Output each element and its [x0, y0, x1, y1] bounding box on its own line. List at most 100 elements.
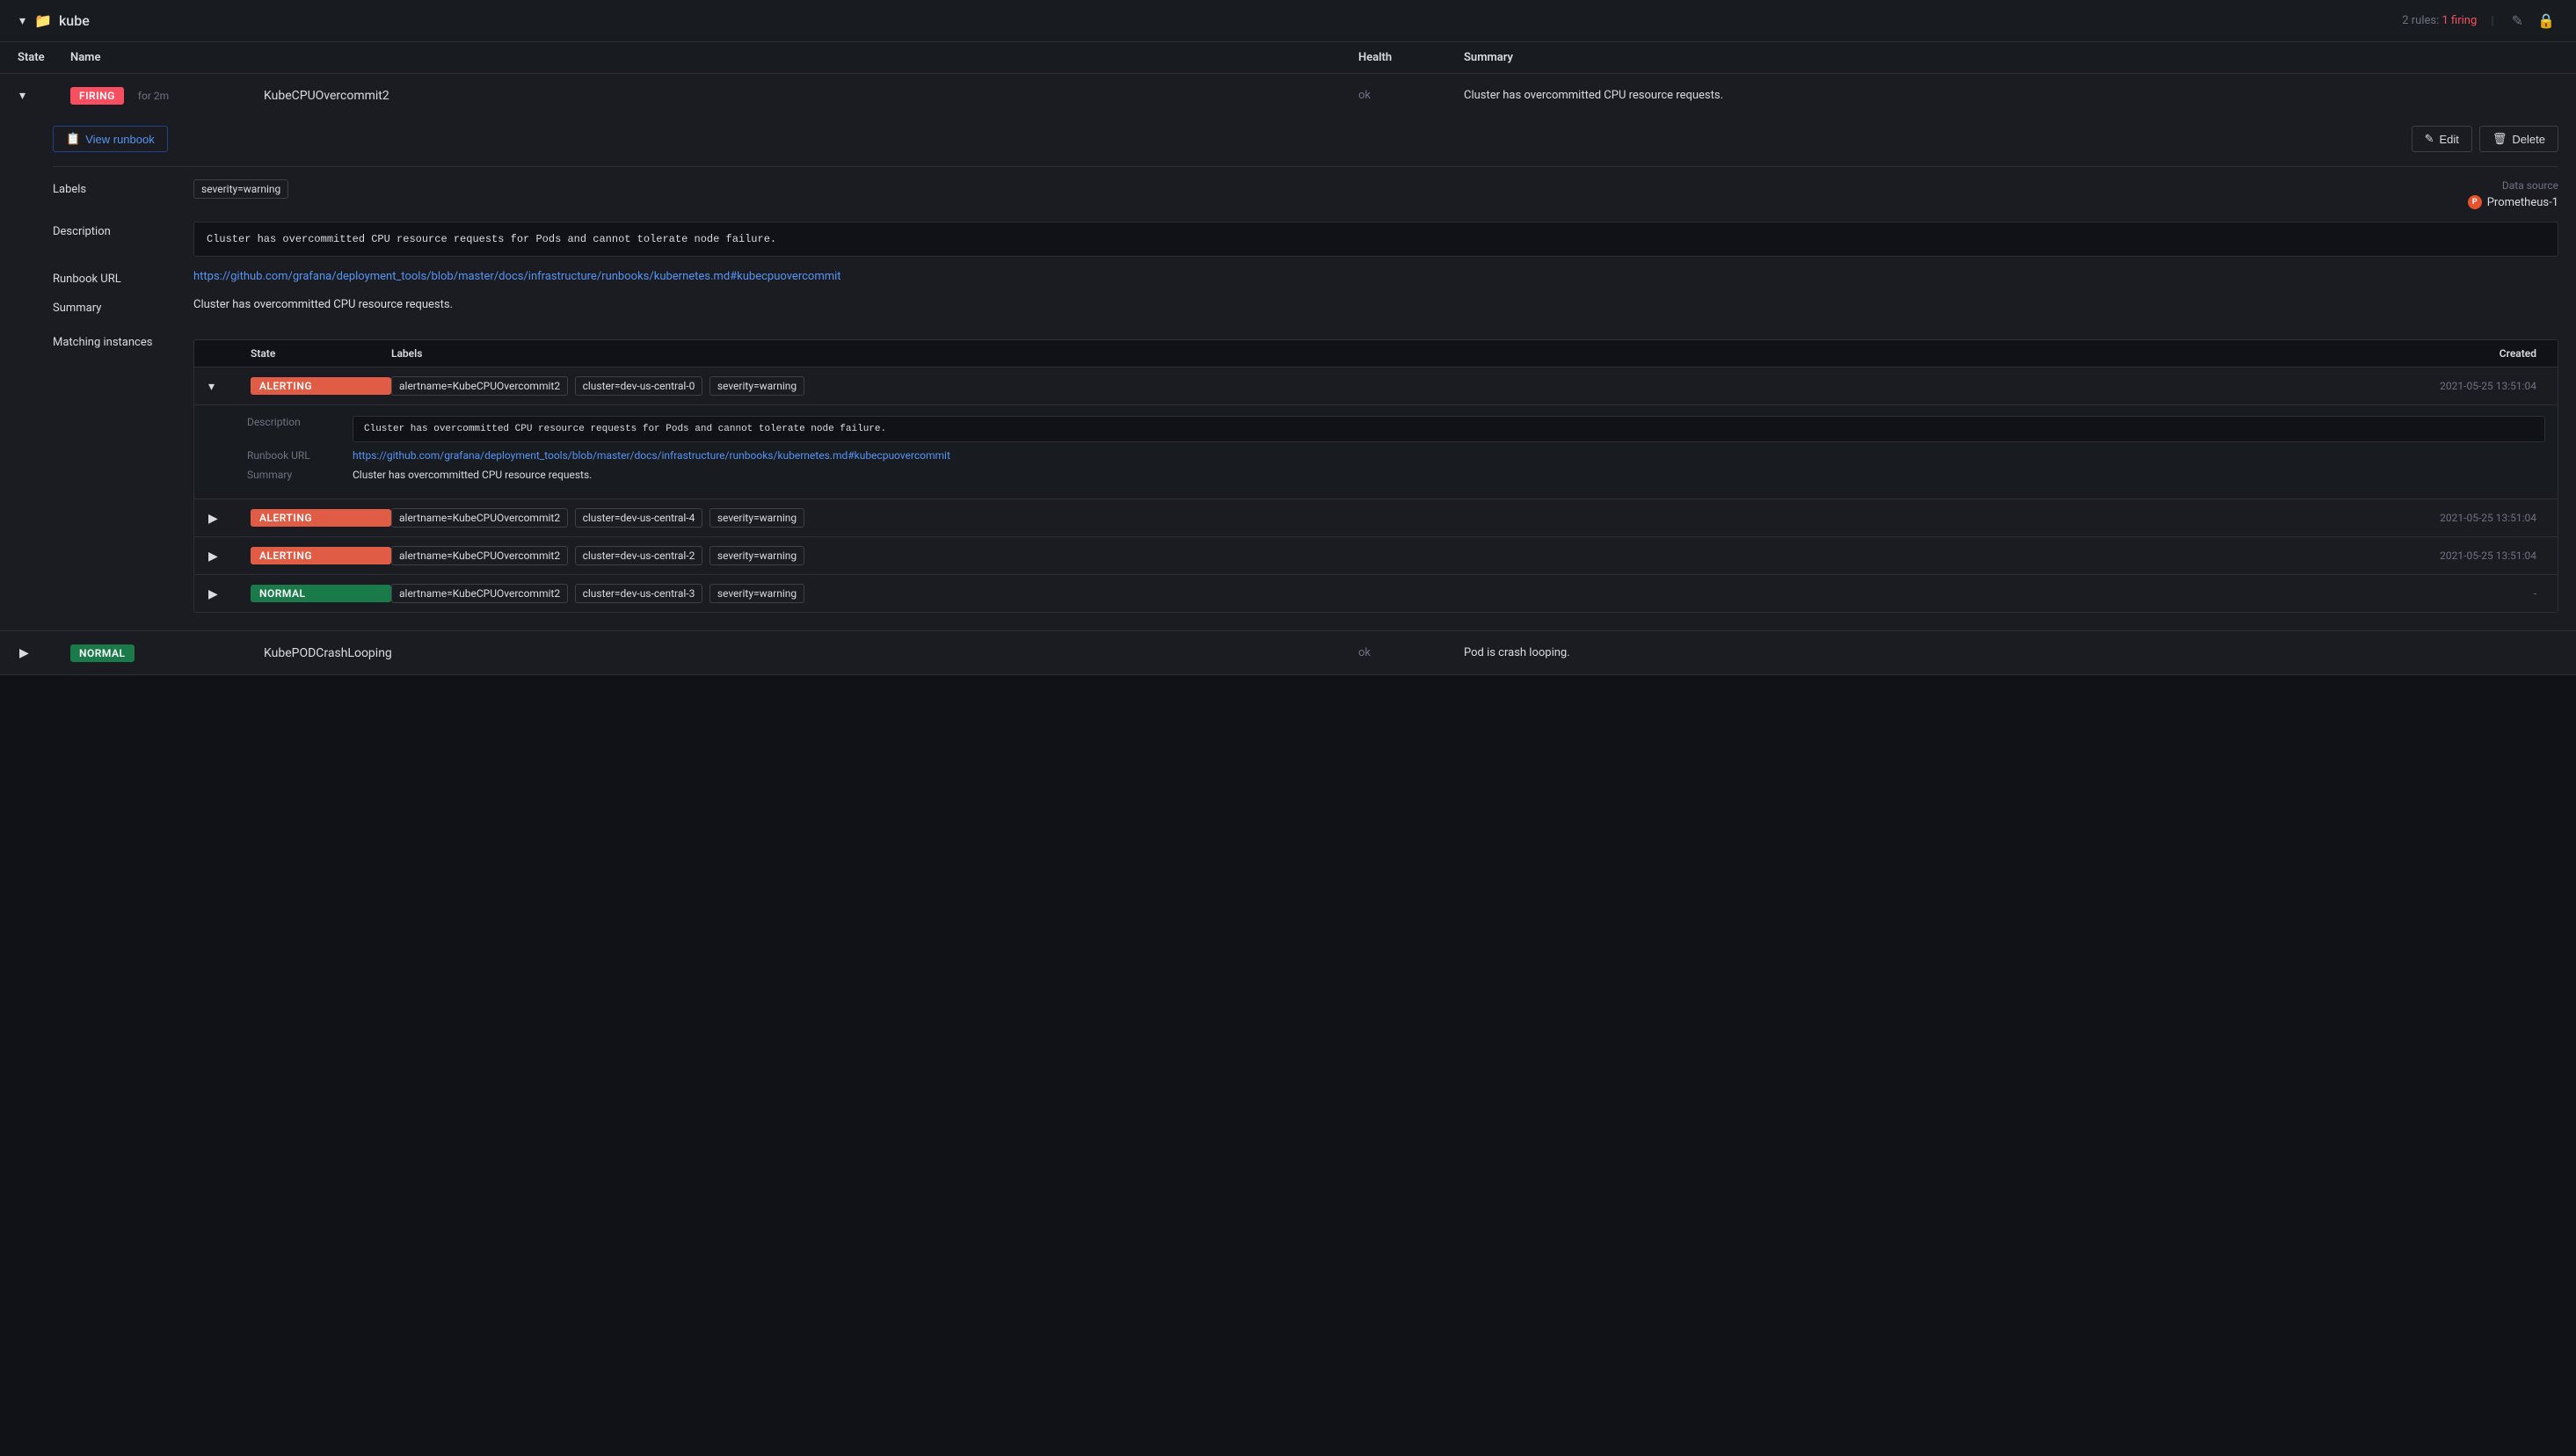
instance-4-created: -	[2369, 587, 2545, 600]
main-content: State Name Health Summary ▾ Firing for 2…	[0, 42, 2576, 675]
rule-1-header[interactable]: ▾ Firing for 2m KubeCPUOvercommit2 ok Cl…	[0, 74, 2576, 117]
inst1-label-alertname: alertname=KubeCPUOvercommit2	[391, 376, 568, 396]
inst-col-labels: Labels	[391, 347, 2369, 360]
instance-2-created: 2021-05-25 13:51:04	[2369, 512, 2545, 524]
lock-folder-button[interactable]: 🔒	[2534, 9, 2558, 33]
rule-2-expand-btn[interactable]: ▶	[18, 644, 70, 662]
instance-4-expand-btn[interactable]: ▶	[207, 585, 251, 603]
instance-4-state-badge: Normal	[251, 585, 391, 602]
rule-2-state-badge: Normal	[70, 644, 135, 662]
rule-row-1: ▾ Firing for 2m KubeCPUOvercommit2 ok Cl…	[0, 74, 2576, 631]
instance-3-expand-btn[interactable]: ▶	[207, 547, 251, 565]
folder-icon: 📁	[34, 12, 52, 29]
instances-header: State Labels Created	[194, 340, 2558, 368]
instances-table: State Labels Created ▾ Alerting alertnam…	[193, 339, 2558, 613]
prometheus-icon: P	[2468, 195, 2482, 209]
instance-row-2: ▶ Alerting alertname=KubeCPUOvercommit2 …	[194, 499, 2558, 537]
instance-4-header[interactable]: ▶ Normal alertname=KubeCPUOvercommit2 cl…	[194, 575, 2558, 612]
inst1-runbook-label: Runbook URL	[247, 449, 353, 462]
labels-tags: severity=warning	[193, 179, 2450, 199]
edit-folder-button[interactable]: ✎	[2508, 9, 2527, 33]
instance-2-expand-btn[interactable]: ▶	[207, 509, 251, 528]
inst-col-state: State	[251, 347, 391, 360]
inst-col-created: Created	[2369, 347, 2545, 360]
rule-2-summary: Pod is crash looping.	[1464, 646, 2558, 659]
view-runbook-button[interactable]: 📋 View runbook	[53, 126, 168, 152]
edit-icon: ✎	[2425, 132, 2434, 146]
label-tag-severity: severity=warning	[193, 179, 288, 199]
data-source-section: Data source P Prometheus-1	[2468, 179, 2558, 209]
rule-1-state-cell: Firing for 2m	[70, 87, 264, 105]
rule-2-state-cell: Normal	[70, 644, 264, 662]
inst4-label-alertname: alertname=KubeCPUOvercommit2	[391, 584, 568, 603]
rule-2-health: ok	[1358, 646, 1464, 659]
instances-container: State Labels Created ▾ Alerting alertnam…	[193, 327, 2558, 613]
instance-1-expand-btn[interactable]: ▾	[207, 377, 251, 396]
top-bar-divider: |	[2491, 14, 2493, 28]
inst1-label-severity: severity=warning	[709, 376, 804, 396]
matching-instances-label: Matching instances	[53, 327, 193, 613]
col-header-name: Name	[70, 51, 264, 64]
rule-1-details: 📋 View runbook ✎ Edit 🗑 Delete	[0, 117, 2576, 630]
inst1-desc-box: Cluster has overcommitted CPU resource r…	[353, 416, 2545, 442]
inst4-label-cluster: cluster=dev-us-central-3	[575, 584, 703, 603]
folder-chevron[interactable]: ▾	[18, 11, 27, 30]
delete-rule-button[interactable]: 🗑 Delete	[2479, 126, 2558, 152]
col-header-state: State	[18, 51, 70, 64]
rule-1-health: ok	[1358, 89, 1464, 102]
rule-row-2: ▶ Normal KubePODCrashLooping ok Pod is c…	[0, 631, 2576, 675]
col-header-empty	[264, 51, 1358, 64]
rule-2-name: KubePODCrashLooping	[264, 646, 1358, 660]
instance-2-header[interactable]: ▶ Alerting alertname=KubeCPUOvercommit2 …	[194, 499, 2558, 536]
table-header: State Name Health Summary	[0, 42, 2576, 74]
rule-2-header[interactable]: ▶ Normal KubePODCrashLooping ok Pod is c…	[0, 631, 2576, 674]
inst1-label-cluster: cluster=dev-us-central-0	[575, 376, 703, 396]
inst3-label-alertname: alertname=KubeCPUOvercommit2	[391, 546, 568, 565]
summary-detail-label: Summary	[53, 298, 193, 315]
edit-rule-button[interactable]: ✎ Edit	[2412, 126, 2472, 152]
runbook-icon: 📋	[66, 132, 80, 146]
instance-1-details: Description Cluster has overcommitted CP…	[194, 404, 2558, 499]
runbook-url-label: Runbook URL	[53, 269, 193, 286]
inst1-desc-row: Description Cluster has overcommitted CP…	[247, 416, 2545, 442]
inst1-summary-row: Summary Cluster has overcommitted CPU re…	[247, 469, 2545, 481]
rule-1-actions: 📋 View runbook ✎ Edit 🗑 Delete	[53, 117, 2558, 166]
instance-1-labels: alertname=KubeCPUOvercommit2 cluster=dev…	[391, 376, 2369, 396]
rule-1-state-badge: Firing	[70, 87, 124, 105]
instance-2-state-badge: Alerting	[251, 509, 391, 527]
inst3-label-cluster: cluster=dev-us-central-2	[575, 546, 703, 565]
data-source-label: Data source	[2502, 179, 2558, 192]
instance-3-state-badge: Alerting	[251, 547, 391, 564]
top-bar: ▾ 📁 kube 2 rules: 1 firing | ✎ 🔒	[0, 0, 2576, 42]
instance-3-created: 2021-05-25 13:51:04	[2369, 550, 2545, 562]
instance-3-header[interactable]: ▶ Alerting alertname=KubeCPUOvercommit2 …	[194, 537, 2558, 574]
labels-label: Labels	[53, 179, 193, 209]
inst1-summary-value: Cluster has overcommitted CPU resource r…	[353, 469, 2545, 481]
delete-icon: 🗑	[2492, 132, 2507, 146]
edit-delete-group: ✎ Edit 🗑 Delete	[2412, 126, 2558, 152]
rule-1-detail-section: Labels severity=warning Data source P Pr…	[53, 166, 2558, 613]
inst1-summary-label: Summary	[247, 469, 353, 481]
rule-1-expand-btn[interactable]: ▾	[18, 86, 70, 105]
runbook-url-value: https://github.com/grafana/deployment_to…	[193, 269, 2558, 286]
summary-detail-value: Cluster has overcommitted CPU resource r…	[193, 298, 2558, 315]
inst2-label-severity: severity=warning	[709, 508, 804, 528]
instance-row-3: ▶ Alerting alertname=KubeCPUOvercommit2 …	[194, 537, 2558, 575]
inst2-label-alertname: alertname=KubeCPUOvercommit2	[391, 508, 568, 528]
instance-4-labels: alertname=KubeCPUOvercommit2 cluster=dev…	[391, 584, 2369, 603]
rule-1-for-duration: for 2m	[138, 90, 169, 102]
inst1-runbook-row: Runbook URL https://github.com/grafana/d…	[247, 449, 2545, 462]
col-header-summary: Summary	[1464, 51, 2558, 64]
data-source-value: P Prometheus-1	[2468, 195, 2558, 209]
description-label: Description	[53, 222, 193, 257]
inst2-label-cluster: cluster=dev-us-central-4	[575, 508, 703, 528]
firing-count: 1 firing	[2441, 14, 2477, 27]
folder-title: kube	[59, 12, 2395, 29]
inst4-label-severity: severity=warning	[709, 584, 804, 603]
inst1-runbook-link[interactable]: https://github.com/grafana/deployment_to…	[353, 449, 2545, 462]
runbook-url-link[interactable]: https://github.com/grafana/deployment_to…	[193, 270, 841, 283]
instance-1-header[interactable]: ▾ Alerting alertname=KubeCPUOvercommit2 …	[194, 368, 2558, 404]
instance-3-labels: alertname=KubeCPUOvercommit2 cluster=dev…	[391, 546, 2369, 565]
instance-row-1: ▾ Alerting alertname=KubeCPUOvercommit2 …	[194, 368, 2558, 499]
instance-1-created: 2021-05-25 13:51:04	[2369, 380, 2545, 392]
